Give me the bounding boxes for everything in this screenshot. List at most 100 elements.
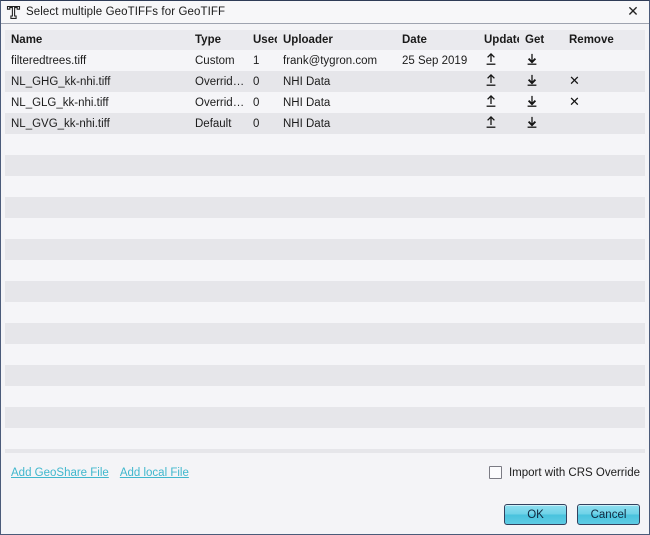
cell-empty xyxy=(5,134,645,155)
cell-used: 0 xyxy=(253,117,260,130)
cell-type: Custom xyxy=(195,54,235,67)
table-row-empty xyxy=(5,386,645,407)
dialog-body: Name Type Used Uploader Date Update Get … xyxy=(1,24,649,534)
table-row[interactable]: NL_GVG_kk-nhi.tiff Default 0 NHI Data xyxy=(5,113,645,134)
cell-empty xyxy=(5,323,645,344)
cell-date: 25 Sep 2019 xyxy=(402,54,468,67)
cell-empty xyxy=(5,302,645,323)
add-geoshare-file-link[interactable]: Add GeoShare File xyxy=(11,467,109,479)
column-header-remove[interactable]: Remove xyxy=(563,30,645,50)
upload-icon[interactable] xyxy=(484,94,498,111)
cell-uploader: NHI Data xyxy=(283,75,331,88)
cell-empty xyxy=(5,260,645,281)
cell-empty xyxy=(5,281,645,302)
download-icon[interactable] xyxy=(525,94,539,111)
table-row-empty xyxy=(5,302,645,323)
cell-remove[interactable]: ✕ xyxy=(563,92,645,113)
cell-uploader: NHI Data xyxy=(283,96,331,109)
table-header: Name Type Used Uploader Date Update Get … xyxy=(5,30,645,50)
cell-empty xyxy=(5,197,645,218)
cell-get[interactable] xyxy=(519,113,563,134)
table-row-empty xyxy=(5,365,645,386)
column-header-update[interactable]: Update xyxy=(478,30,519,50)
cell-remove[interactable] xyxy=(563,50,645,71)
table-row-empty xyxy=(5,260,645,281)
window-title: Select multiple GeoTIFFs for GeoTIFF xyxy=(26,6,226,18)
add-local-file-link[interactable]: Add local File xyxy=(120,467,189,479)
table-row-empty xyxy=(5,407,645,428)
geotiff-select-dialog: Select multiple GeoTIFFs for GeoTIFF ✕ N… xyxy=(0,0,650,535)
cell-get[interactable] xyxy=(519,92,563,113)
cell-used: 1 xyxy=(253,54,260,67)
cell-get[interactable] xyxy=(519,71,563,92)
cell-name: NL_GVG_kk-nhi.tiff xyxy=(11,117,110,130)
geotiff-table-container: Name Type Used Uploader Date Update Get … xyxy=(5,30,645,478)
cell-remove[interactable]: ✕ xyxy=(563,71,645,92)
cell-get[interactable] xyxy=(519,50,563,71)
close-x-icon[interactable]: ✕ xyxy=(569,95,580,110)
cell-uploader: frank@tygron.com xyxy=(283,54,378,67)
column-header-type[interactable]: Type xyxy=(189,30,247,50)
geotiff-table: Name Type Used Uploader Date Update Get … xyxy=(5,30,645,478)
table-row-empty xyxy=(5,344,645,365)
cell-date xyxy=(396,92,478,113)
table-row-empty xyxy=(5,428,645,449)
upload-icon[interactable] xyxy=(484,115,498,132)
dialog-buttons: OK Cancel xyxy=(504,504,640,525)
table-row[interactable]: filteredtrees.tiff Custom 1 frank@tygron.co… xyxy=(5,50,645,71)
cell-empty xyxy=(5,407,645,428)
column-header-get[interactable]: Get xyxy=(519,30,563,50)
table-row-empty xyxy=(5,323,645,344)
close-icon[interactable]: ✕ xyxy=(622,3,644,21)
column-header-date[interactable]: Date xyxy=(396,30,478,50)
cell-name: NL_GLG_kk-nhi.tiff xyxy=(11,96,109,109)
cell-uploader: NHI Data xyxy=(283,117,331,130)
download-icon[interactable] xyxy=(525,115,539,132)
table-row[interactable]: NL_GLG_kk-nhi.tiff Override De... 0 NHI Dat… xyxy=(5,92,645,113)
table-row-empty xyxy=(5,239,645,260)
cell-remove[interactable] xyxy=(563,113,645,134)
table-row-empty xyxy=(5,197,645,218)
title-bar: Select multiple GeoTIFFs for GeoTIFF ✕ xyxy=(1,1,649,24)
column-header-uploader[interactable]: Uploader xyxy=(277,30,396,50)
cell-update[interactable] xyxy=(478,50,519,71)
cell-type: Default xyxy=(195,117,232,130)
download-icon[interactable] xyxy=(525,52,539,69)
table-header-row: Name Type Used Uploader Date Update Get … xyxy=(5,30,645,50)
cell-empty xyxy=(5,344,645,365)
table-row-empty xyxy=(5,281,645,302)
cell-date xyxy=(396,113,478,134)
cell-empty xyxy=(5,365,645,386)
cell-used: 0 xyxy=(253,75,260,88)
table-row[interactable]: NL_GHG_kk-nhi.tiff Override De... 0 NHI Dat… xyxy=(5,71,645,92)
cell-name: NL_GHG_kk-nhi.tiff xyxy=(11,75,111,88)
import-with-crs-override-checkbox[interactable] xyxy=(488,466,502,479)
cell-date xyxy=(396,71,478,92)
cell-empty xyxy=(5,386,645,407)
upload-icon[interactable] xyxy=(484,52,498,69)
cell-type: Override De... xyxy=(195,75,247,88)
tygron-logo-icon xyxy=(6,5,21,20)
crs-override-row: Import with CRS Override xyxy=(488,466,640,479)
cell-empty xyxy=(5,155,645,176)
footer-links: Add GeoShare File Add local File xyxy=(11,467,189,479)
import-with-crs-override-label: Import with CRS Override xyxy=(508,466,640,479)
table-body: filteredtrees.tiff Custom 1 frank@tygron.co… xyxy=(5,50,645,478)
cell-update[interactable] xyxy=(478,92,519,113)
column-header-used[interactable]: Used xyxy=(247,30,277,50)
cell-update[interactable] xyxy=(478,113,519,134)
table-row-empty xyxy=(5,176,645,197)
cell-used: 0 xyxy=(253,96,260,109)
download-icon[interactable] xyxy=(525,73,539,90)
cell-type: Override De... xyxy=(195,96,247,109)
cell-empty xyxy=(5,239,645,260)
cancel-button[interactable]: Cancel xyxy=(577,504,640,525)
cell-empty xyxy=(5,218,645,239)
cell-update[interactable] xyxy=(478,71,519,92)
ok-button[interactable]: OK xyxy=(504,504,567,525)
column-header-name[interactable]: Name xyxy=(5,30,189,50)
table-row-empty xyxy=(5,134,645,155)
close-x-icon[interactable]: ✕ xyxy=(569,74,580,89)
cell-empty xyxy=(5,428,645,449)
upload-icon[interactable] xyxy=(484,73,498,90)
